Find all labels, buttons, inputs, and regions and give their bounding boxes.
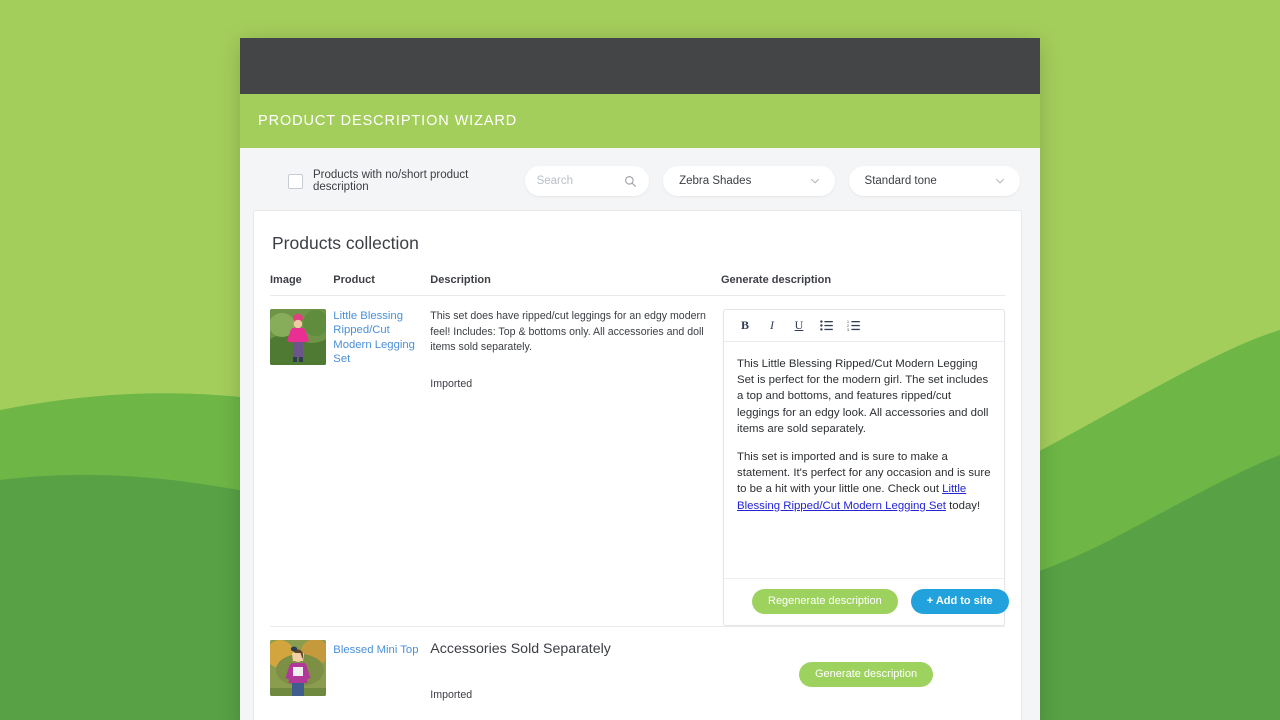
editor-footer: Regenerate description + Add to site xyxy=(724,578,1009,625)
row-description-cell: Accessories Sold Separately Imported xyxy=(430,626,721,720)
no-short-description-filter[interactable]: Products with no/short product descripti… xyxy=(288,169,511,193)
editor-paragraph-2: This set is imported and is sure to make… xyxy=(737,449,992,514)
search-icon xyxy=(625,175,637,187)
row-description-cell: This set does have ripped/cut leggings f… xyxy=(430,295,721,627)
search-input[interactable] xyxy=(536,175,625,187)
column-header-generate: Generate description xyxy=(721,274,1005,296)
product-description: Accessories Sold Separately xyxy=(430,641,611,657)
row-image-cell xyxy=(270,626,334,720)
column-header-product: Product xyxy=(333,274,431,296)
products-collection-card: Products collection Image Product Descri… xyxy=(253,210,1022,720)
editor-toolbar: B I U 1 2 3 xyxy=(724,310,1004,342)
underline-icon[interactable]: U xyxy=(792,318,806,333)
editor-content[interactable]: This Little Blessing Ripped/Cut Modern L… xyxy=(724,342,1004,578)
row-generate-cell: Generate description xyxy=(721,626,1005,720)
row-generate-cell: B I U 1 2 3 This Little Blessing Ripped/… xyxy=(721,295,1009,627)
italic-icon[interactable]: I xyxy=(765,318,779,333)
column-header-description: Description xyxy=(430,274,721,296)
row-product-cell: Blessed Mini Top xyxy=(333,626,431,720)
product-photo-blessed-mini-top xyxy=(270,640,326,696)
tone-select-value: Standard tone xyxy=(864,175,937,187)
tone-select[interactable]: Standard tone xyxy=(848,166,1021,196)
description-editor: B I U 1 2 3 This Little Blessing Ripped/… xyxy=(723,309,1009,626)
product-photo-legging-set xyxy=(270,309,326,365)
row-product-cell: Little Blessing Ripped/Cut Modern Leggin… xyxy=(333,295,431,627)
editor-paragraph-2-post: today! xyxy=(945,499,981,512)
search-box[interactable] xyxy=(524,166,650,196)
regenerate-description-button[interactable]: Regenerate description xyxy=(752,589,898,614)
product-description: This set does have ripped/cut leggings f… xyxy=(430,310,706,354)
chevron-down-icon xyxy=(810,178,819,184)
page-body: Products with no/short product descripti… xyxy=(240,148,1040,720)
app-header: PRODUCT DESCRIPTION WIZARD xyxy=(240,94,1040,148)
numbered-list-icon[interactable]: 1 2 3 xyxy=(846,319,860,333)
bullet-list-icon[interactable] xyxy=(819,319,833,333)
table-header-row: Image Product Description Generate descr… xyxy=(270,274,1005,296)
filter-bar: Products with no/short product descripti… xyxy=(240,148,1040,210)
generate-description-button[interactable]: Generate description xyxy=(799,662,934,687)
editor-paragraph-1: This Little Blessing Ripped/Cut Modern L… xyxy=(737,358,989,435)
bold-icon[interactable]: B xyxy=(738,318,752,333)
add-to-site-button[interactable]: + Add to site xyxy=(910,589,1009,614)
table-row: Blessed Mini Top Accessories Sold Separa… xyxy=(270,626,1005,720)
products-table: Image Product Description Generate descr… xyxy=(270,274,1009,720)
product-name-link[interactable]: Little Blessing Ripped/Cut Modern Leggin… xyxy=(333,309,430,367)
product-thumbnail[interactable] xyxy=(270,640,326,696)
column-header-image: Image xyxy=(270,274,334,296)
row-image-cell xyxy=(270,295,334,627)
product-name-link[interactable]: Blessed Mini Top xyxy=(333,643,418,657)
imported-label: Imported xyxy=(430,378,473,391)
table-row: Little Blessing Ripped/Cut Modern Leggin… xyxy=(270,295,1009,627)
page-title: PRODUCT DESCRIPTION WIZARD xyxy=(258,113,518,129)
svg-text:3: 3 xyxy=(847,328,849,331)
chevron-down-icon xyxy=(996,178,1004,184)
no-short-description-label: Products with no/short product descripti… xyxy=(313,169,469,193)
card-title: Products collection xyxy=(272,233,419,253)
browser-window: PRODUCT DESCRIPTION WIZARD Products with… xyxy=(240,38,1040,720)
collection-select-value: Zebra Shades xyxy=(679,175,752,187)
collection-select[interactable]: Zebra Shades xyxy=(663,166,835,196)
no-short-description-checkbox[interactable] xyxy=(288,173,303,189)
imported-label: Imported xyxy=(430,688,473,701)
browser-chrome-bar xyxy=(240,38,1040,94)
product-thumbnail[interactable] xyxy=(270,309,326,365)
